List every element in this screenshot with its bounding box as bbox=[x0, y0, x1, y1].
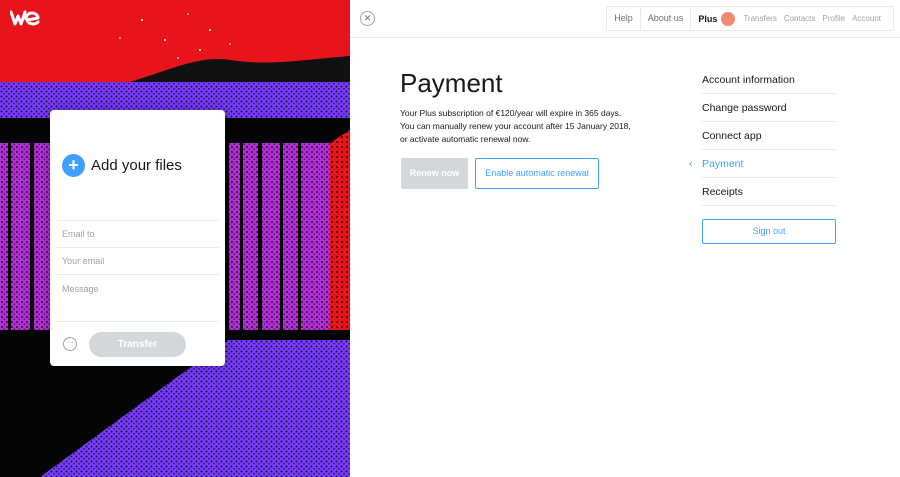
avatar[interactable] bbox=[721, 11, 736, 26]
nav-contacts[interactable]: Contacts bbox=[784, 14, 816, 23]
menu-item-connect-app[interactable]: Connect app bbox=[702, 122, 836, 150]
top-bar: ✕ Help About us Plus Transfers Contacts … bbox=[350, 0, 900, 38]
renew-now-button[interactable]: Renew now bbox=[401, 158, 468, 189]
top-nav: Help About us Plus Transfers Contacts Pr… bbox=[606, 6, 894, 31]
page-title: Payment bbox=[400, 68, 503, 98]
nav-transfers[interactable]: Transfers bbox=[743, 14, 777, 23]
account-panel: ✕ Help About us Plus Transfers Contacts … bbox=[350, 0, 900, 477]
nav-account[interactable]: Account bbox=[852, 14, 881, 23]
nav-profile[interactable]: Profile bbox=[822, 14, 845, 23]
close-icon[interactable]: ✕ bbox=[360, 11, 375, 26]
menu-item-payment[interactable]: ‹ Payment bbox=[689, 150, 836, 178]
description-line: or activate automatic renewal now. bbox=[400, 134, 531, 144]
nav-about[interactable]: About us bbox=[641, 7, 692, 30]
menu-item-label: Payment bbox=[702, 158, 744, 170]
description-line: You can manually renew your account afte… bbox=[400, 121, 631, 131]
ellipsis-icon[interactable]: ··· bbox=[63, 337, 77, 351]
account-menu: Account information Change password Conn… bbox=[689, 66, 836, 206]
add-files-button[interactable]: + Add your files bbox=[62, 154, 182, 177]
add-files-label: Add your files bbox=[91, 157, 182, 174]
your-email-field[interactable]: Your email bbox=[56, 247, 219, 274]
transfer-button[interactable]: Transfer bbox=[89, 332, 186, 357]
background-artwork: + Add your files Email to Your email Mes… bbox=[0, 0, 350, 477]
nav-help[interactable]: Help bbox=[607, 7, 641, 30]
chevron-left-icon: ‹ bbox=[689, 158, 693, 170]
enable-auto-renewal-button[interactable]: Enable automatic renewal bbox=[475, 158, 599, 189]
plus-icon[interactable]: + bbox=[62, 154, 85, 177]
sign-out-button[interactable]: Sign out bbox=[702, 219, 836, 244]
subscription-description: Your Plus subscription of €120/year will… bbox=[400, 107, 645, 146]
menu-item-account-information[interactable]: Account information bbox=[702, 66, 836, 94]
plus-label: Plus bbox=[698, 13, 718, 24]
description-line: Your Plus subscription of €120/year will… bbox=[400, 108, 622, 118]
menu-item-change-password[interactable]: Change password bbox=[702, 94, 836, 122]
upload-card: + Add your files Email to Your email Mes… bbox=[50, 110, 225, 366]
menu-item-receipts[interactable]: Receipts bbox=[702, 178, 836, 206]
plus-account-menu[interactable]: Plus Transfers Contacts Profile Account bbox=[691, 7, 893, 30]
email-to-field[interactable]: Email to bbox=[56, 220, 219, 247]
message-field[interactable]: Message bbox=[56, 274, 219, 322]
wetransfer-logo-icon[interactable] bbox=[10, 10, 40, 26]
